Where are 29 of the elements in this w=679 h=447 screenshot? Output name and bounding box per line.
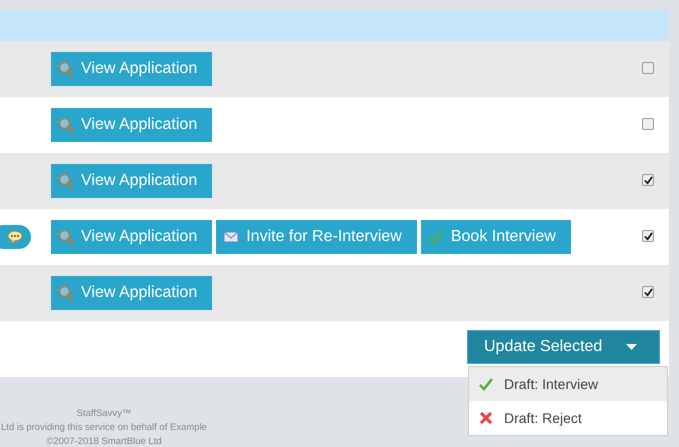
search-icon <box>58 117 74 133</box>
footer-text: StaffSavvy™ <box>76 407 132 421</box>
menu-item[interactable]: Draft: Interview <box>469 367 667 401</box>
row-checkbox[interactable] <box>642 118 654 130</box>
update-selected-button[interactable]: Update Selected <box>467 330 660 364</box>
menu-item[interactable]: Draft: Reject <box>469 401 667 435</box>
action-button[interactable]: View Application <box>51 164 212 198</box>
comment-badge[interactable] <box>0 225 31 249</box>
action-button[interactable]: View Application <box>51 52 212 86</box>
search-icon <box>58 285 74 301</box>
check-icon <box>478 376 494 392</box>
footer-text: ©2007-2018 SmartBlue Ltd <box>45 435 163 447</box>
row-checkbox[interactable] <box>642 62 654 74</box>
action-button[interactable]: View Application <box>51 108 212 142</box>
cross-icon <box>478 410 494 426</box>
action-button[interactable]: View Application <box>51 220 212 254</box>
caret-icon <box>626 344 637 350</box>
row-checkbox[interactable] <box>642 174 654 186</box>
row-checkbox[interactable] <box>642 230 654 242</box>
envelope-icon <box>223 229 240 245</box>
check-icon <box>428 229 444 245</box>
row-checkbox[interactable] <box>642 286 654 298</box>
search-icon <box>58 61 74 77</box>
action-button[interactable]: View Application <box>51 276 212 310</box>
search-icon <box>58 229 74 245</box>
action-button[interactable]: Invite for Re-Interview <box>216 220 417 254</box>
action-button[interactable]: Book Interview <box>420 220 571 254</box>
search-icon <box>58 173 74 189</box>
footer-text: Ltd is providing this service on behalf of Example <box>0 421 208 435</box>
